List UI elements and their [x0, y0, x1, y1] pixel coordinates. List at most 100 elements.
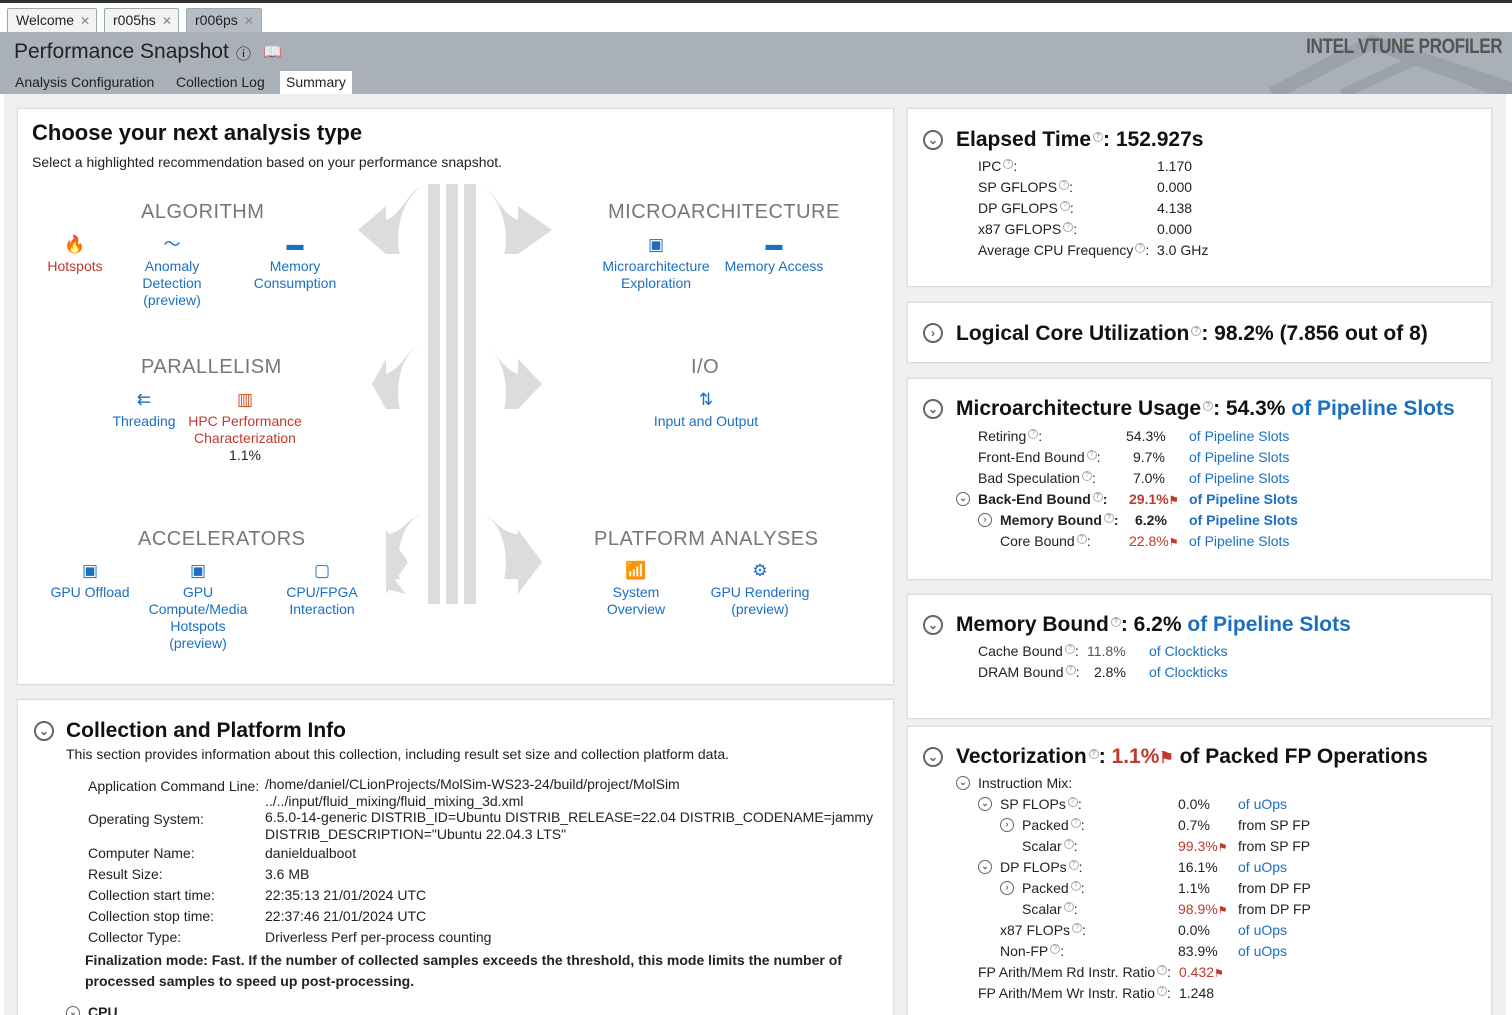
collapse-chevron-icon[interactable]: ⌄ — [923, 130, 943, 150]
microarchitecture-exploration-option[interactable]: ▣ Microarchitecture Exploration — [596, 236, 716, 292]
metric-value: 3.0 GHz — [1157, 242, 1209, 258]
close-icon[interactable]: ✕ — [244, 14, 254, 28]
help-icon[interactable]: ? — [1068, 860, 1079, 871]
help-icon[interactable]: ? — [1092, 492, 1103, 503]
metric-row: Packed?: — [1022, 880, 1085, 896]
tab-analysis-configuration[interactable]: Analysis Configuration — [9, 72, 160, 94]
tab-r005hs[interactable]: r005hs ✕ — [104, 8, 179, 32]
metric-row: Scalar?: — [1022, 838, 1078, 854]
help-icon[interactable]: ? — [1086, 450, 1097, 461]
help-icon[interactable]: ? — [1065, 665, 1076, 676]
metric-unit[interactable]: of uOps — [1238, 796, 1287, 812]
metric-unit[interactable]: of uOps — [1238, 943, 1287, 959]
help-icon[interactable]: ? — [1059, 180, 1070, 191]
help-icon[interactable]: ? — [1076, 534, 1087, 545]
hpc-characterization-option[interactable]: ▥ HPC Performance Characterization 1.1% — [188, 391, 302, 464]
option-label: Threading — [112, 413, 176, 429]
metric-key: SP FLOPs — [1000, 796, 1066, 812]
help-icon[interactable]: ? — [1003, 159, 1014, 170]
metric-unit[interactable]: of Clockticks — [1149, 664, 1228, 680]
expand-chevron-icon[interactable]: › — [978, 513, 992, 527]
help-icon[interactable]: ? — [1135, 243, 1146, 254]
option-label: HPC Performance Characterization — [188, 413, 302, 446]
help-icon[interactable]: ? — [1064, 644, 1075, 655]
metric-value: 22.8% — [1129, 533, 1169, 549]
help-icon[interactable]: ? — [1088, 749, 1099, 759]
help-icon[interactable]: ? — [1110, 617, 1121, 627]
memory-consumption-option[interactable]: ▬ Memory Consumption — [244, 236, 346, 292]
help-icon[interactable]: ? — [1067, 797, 1078, 808]
book-icon[interactable]: 📖 — [263, 43, 282, 61]
collapse-chevron-icon[interactable]: ⌄ — [978, 797, 992, 811]
metric-unit[interactable]: of Pipeline Slots — [1189, 428, 1289, 444]
metric-row: DP FLOPs?: — [1000, 859, 1083, 875]
tab-collection-log[interactable]: Collection Log — [170, 72, 271, 94]
close-icon[interactable]: ✕ — [162, 14, 172, 28]
help-icon[interactable]: ? — [1050, 944, 1061, 955]
info-value: ../../input/fluid_mixing/fluid_mixing_3d… — [265, 793, 524, 809]
gpu-card-icon: ▣ — [189, 561, 207, 580]
metric-unit[interactable]: of uOps — [1238, 859, 1287, 875]
help-icon[interactable]: ? — [1059, 201, 1070, 212]
gpu-rendering-option[interactable]: ⚙ GPU Rendering (preview) — [700, 562, 820, 618]
tab-summary[interactable]: Summary — [279, 70, 353, 94]
help-icon[interactable]: ⓘ — [236, 43, 251, 64]
collapse-chevron-icon[interactable]: ⌄ — [34, 721, 54, 741]
gpu-compute-option[interactable]: ▣ GPU Compute/Media Hotspots (preview) — [142, 562, 254, 652]
metric-value: 4.138 — [1157, 200, 1193, 216]
system-overview-option[interactable]: 📶 System Overview — [596, 562, 676, 618]
help-icon[interactable]: ? — [1063, 839, 1074, 850]
info-key: Collection start time: — [88, 887, 215, 903]
threading-option[interactable]: ⇇ Threading — [106, 391, 182, 430]
help-icon[interactable]: ? — [1028, 429, 1039, 440]
input-output-option[interactable]: ⇅ Input and Output — [646, 391, 766, 430]
collapse-chevron-icon[interactable]: ⌄ — [66, 1006, 80, 1015]
help-icon[interactable]: ? — [1157, 965, 1168, 976]
metric-unit[interactable]: of Pipeline Slots — [1189, 491, 1298, 507]
metric-unit[interactable]: of Pipeline Slots — [1187, 613, 1350, 636]
collapse-chevron-icon[interactable]: ⌄ — [978, 860, 992, 874]
collection-title: Collection and Platform Info — [66, 719, 347, 742]
collapse-chevron-icon[interactable]: ⌄ — [923, 747, 943, 767]
tab-welcome[interactable]: Welcome ✕ — [7, 8, 97, 32]
help-icon[interactable]: ? — [1103, 513, 1114, 524]
expand-chevron-icon[interactable]: › — [1000, 881, 1014, 895]
flag-icon: ⚑ — [1168, 537, 1179, 549]
help-icon[interactable]: ? — [1081, 471, 1092, 482]
memory-access-option[interactable]: ▬ Memory Access — [721, 236, 827, 275]
help-icon[interactable]: ? — [1093, 132, 1104, 142]
metric-value: 1.1% — [1178, 880, 1210, 896]
metric-unit[interactable]: of uOps — [1238, 922, 1287, 938]
expand-chevron-icon[interactable]: › — [923, 323, 943, 343]
collection-subtitle: This section provides information about … — [66, 746, 730, 762]
help-icon[interactable]: ? — [1063, 902, 1074, 913]
metric-unit[interactable]: of Pipeline Slots — [1189, 512, 1298, 528]
gpu-offload-option[interactable]: ▣ GPU Offload — [44, 562, 136, 601]
metric-unit[interactable]: of Pipeline Slots — [1189, 470, 1289, 486]
metric-key: Core Bound — [1000, 533, 1075, 549]
help-icon[interactable]: ? — [1070, 881, 1081, 892]
help-icon[interactable]: ? — [1203, 401, 1214, 411]
collapse-chevron-icon[interactable]: ⌄ — [956, 492, 970, 506]
metric-unit[interactable]: of Pipeline Slots — [1189, 449, 1289, 465]
metric-key: DRAM Bound — [978, 664, 1064, 680]
metric-unit[interactable]: of Pipeline Slots — [1189, 533, 1289, 549]
info-value: DISTRIB_DESCRIPTION="Ubuntu 22.04.3 LTS" — [265, 826, 567, 842]
help-icon[interactable]: ? — [1156, 986, 1167, 997]
expand-chevron-icon[interactable]: › — [1000, 818, 1014, 832]
metric-unit[interactable]: of Pipeline Slots — [1291, 397, 1454, 420]
metric-value: 0.7% — [1178, 817, 1210, 833]
help-icon[interactable]: ? — [1072, 923, 1083, 934]
metric-unit[interactable]: of Clockticks — [1149, 643, 1228, 659]
help-icon[interactable]: ? — [1063, 222, 1074, 233]
cpu-fpga-option[interactable]: ▢ CPU/FPGA Interaction — [278, 562, 366, 618]
collapse-chevron-icon[interactable]: ⌄ — [923, 399, 943, 419]
collapse-chevron-icon[interactable]: ⌄ — [923, 615, 943, 635]
tab-r006ps[interactable]: r006ps ✕ — [186, 8, 262, 32]
anomaly-detection-option[interactable]: 〜 Anomaly Detection (preview) — [132, 236, 212, 309]
collapse-chevron-icon[interactable]: ⌄ — [956, 776, 970, 790]
close-icon[interactable]: ✕ — [80, 14, 90, 28]
help-icon[interactable]: ? — [1191, 326, 1202, 336]
help-icon[interactable]: ? — [1070, 818, 1081, 829]
hotspots-option[interactable]: 🔥 Hotspots — [40, 236, 110, 275]
